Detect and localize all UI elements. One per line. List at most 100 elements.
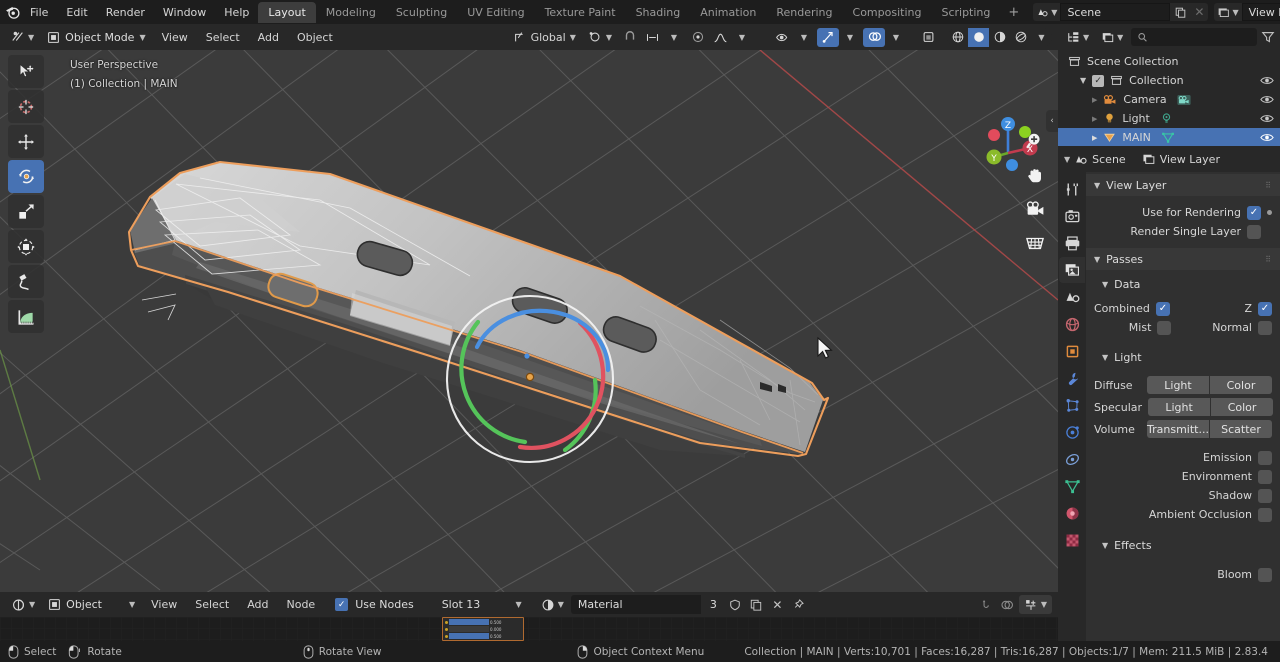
volume-scatter-button[interactable]: Scatter <box>1210 420 1272 438</box>
workspace-tab-layout[interactable]: Layout <box>258 1 316 23</box>
workspace-tab-compositing[interactable]: Compositing <box>843 2 932 23</box>
animate-property-dot[interactable] <box>1267 210 1272 215</box>
expand-triangle-icon[interactable]: ▶ <box>1092 115 1097 123</box>
collapse-triangle-icon[interactable]: ▼ <box>1094 255 1100 264</box>
workspace-tab-shading[interactable]: Shading <box>626 2 691 23</box>
workspace-tab-texture-paint[interactable]: Texture Paint <box>535 2 626 23</box>
new-scene-button[interactable] <box>1170 3 1191 21</box>
blender-logo-icon[interactable] <box>4 2 21 22</box>
particles-tab[interactable] <box>1059 392 1085 418</box>
object-tab[interactable] <box>1059 338 1085 364</box>
shader-type-dropdown[interactable]: Object ▼ <box>42 595 142 614</box>
collapse-triangle-icon[interactable]: ▼ <box>1102 353 1108 362</box>
outliner-row-scene-collection[interactable]: Scene Collection <box>1058 52 1280 71</box>
zoom-icon[interactable] <box>1022 128 1048 154</box>
constraints-tab[interactable] <box>1059 446 1085 472</box>
outliner-editor-type-icon[interactable]: ▼ <box>1063 27 1094 47</box>
falloff-curve-icon[interactable] <box>709 28 731 47</box>
visibility-eye-icon[interactable] <box>1260 113 1274 124</box>
transform-tool-button[interactable] <box>8 230 44 263</box>
shading-material-icon[interactable] <box>989 28 1010 47</box>
shading-solid-icon[interactable] <box>968 27 989 47</box>
shading-wireframe-icon[interactable] <box>947 28 968 47</box>
physics-tab[interactable] <box>1059 419 1085 445</box>
diffuse-light-button[interactable]: Light <box>1147 376 1209 394</box>
combined-pass-checkbox[interactable]: ✓ <box>1155 301 1170 316</box>
shadow-checkbox[interactable] <box>1258 488 1272 503</box>
pin-icon[interactable] <box>788 595 808 614</box>
visibility-eye-icon[interactable] <box>1260 94 1274 105</box>
show-gizmo-icon[interactable] <box>817 27 839 47</box>
material-users-count[interactable]: 3 <box>702 595 724 614</box>
menu-help[interactable]: Help <box>215 3 258 22</box>
pivot-point-dropdown[interactable]: ▼ <box>582 27 617 47</box>
add-workspace-button[interactable]: + <box>1000 2 1027 23</box>
scale-tool-button[interactable] <box>8 195 44 228</box>
render-tab[interactable] <box>1059 203 1085 229</box>
workspace-tab-rendering[interactable]: Rendering <box>766 2 842 23</box>
go-to-parent-node-button[interactable] <box>976 595 996 614</box>
transform-orientation-dropdown[interactable]: Global ▼ <box>507 27 581 47</box>
scene-name-field[interactable]: Scene <box>1060 3 1171 21</box>
collapse-triangle-icon[interactable]: ▼ <box>1094 181 1100 190</box>
outliner-row-camera[interactable]: ▶ Camera <box>1058 90 1280 109</box>
output-tab[interactable] <box>1059 230 1085 256</box>
material-tab[interactable] <box>1059 500 1085 526</box>
menu-window[interactable]: Window <box>154 3 215 22</box>
outliner-display-mode-icon[interactable]: ▼ <box>1097 27 1128 47</box>
show-overlays-icon[interactable] <box>863 27 885 47</box>
outliner-row-collection[interactable]: ▼ ✓ Collection <box>1058 71 1280 90</box>
tool-tab[interactable] <box>1059 176 1085 202</box>
outliner-row-main[interactable]: ▶ MAIN <box>1058 128 1280 147</box>
z-pass-checkbox[interactable]: ✓ <box>1258 301 1272 316</box>
visibility-caret[interactable]: ▼ <box>793 28 815 47</box>
use-for-rendering-checkbox[interactable]: ✓ <box>1247 205 1261 220</box>
bloom-checkbox[interactable] <box>1258 567 1272 582</box>
passes-panel-header[interactable]: ▼ Passes ⠿ <box>1086 248 1280 270</box>
object-visibility-icon[interactable] <box>771 28 793 47</box>
ambient-occlusion-checkbox[interactable] <box>1258 507 1272 522</box>
diffuse-color-button[interactable]: Color <box>1210 376 1272 394</box>
scene-tab[interactable] <box>1059 284 1085 310</box>
mist-pass-checkbox[interactable] <box>1157 320 1172 335</box>
shading-rendered-icon[interactable] <box>1010 28 1031 47</box>
viewport-menu-add[interactable]: Add <box>250 31 287 44</box>
world-tab[interactable] <box>1059 311 1085 337</box>
effects-subpanel-header[interactable]: ▼ Effects <box>1086 534 1280 556</box>
fake-user-shield-icon[interactable] <box>725 595 745 614</box>
menu-file[interactable]: File <box>21 3 57 22</box>
scene-icon[interactable]: ▼ <box>1033 3 1061 21</box>
breadcrumb-scene[interactable]: Scene <box>1074 153 1126 166</box>
environment-checkbox[interactable] <box>1258 469 1272 484</box>
xray-toggle-icon[interactable] <box>917 27 939 47</box>
snap-magnet-icon[interactable] <box>619 28 641 47</box>
workspace-tab-scripting[interactable]: Scripting <box>931 2 1000 23</box>
emission-checkbox[interactable] <box>1258 450 1272 465</box>
visibility-eye-icon[interactable] <box>1260 132 1274 143</box>
viewport-menu-view[interactable]: View <box>154 31 196 44</box>
data-tab[interactable] <box>1059 473 1085 499</box>
outliner-filter-icon[interactable] <box>1261 30 1275 44</box>
outliner-search-input[interactable] <box>1131 28 1257 46</box>
node-snap-icon[interactable]: ▼ <box>1018 595 1052 614</box>
visibility-eye-icon[interactable] <box>1260 75 1274 86</box>
shader-node-canvas[interactable]: 0.500 0.000 0.500 <box>0 617 1058 641</box>
menu-render[interactable]: Render <box>97 3 154 22</box>
collection-checkbox[interactable]: ✓ <box>1092 74 1105 87</box>
workspace-tab-animation[interactable]: Animation <box>690 2 766 23</box>
node-menu-node[interactable]: Node <box>278 598 323 611</box>
expand-triangle-icon[interactable]: ▼ <box>1080 76 1086 85</box>
workspace-tab-modeling[interactable]: Modeling <box>316 2 386 23</box>
properties-editor-type-icon[interactable]: ▼ <box>1064 155 1070 164</box>
node-slider-specular-tint[interactable] <box>449 626 489 632</box>
breadcrumb-view-layer[interactable]: View Layer <box>1142 153 1220 166</box>
light-subpanel-header[interactable]: ▼ Light <box>1086 346 1280 368</box>
falloff-dropdown-caret[interactable]: ▼ <box>731 28 753 47</box>
shader-editor-type-icon[interactable]: ▼ <box>6 595 41 614</box>
render-single-layer-checkbox[interactable] <box>1247 224 1261 239</box>
node-menu-view[interactable]: View <box>143 598 185 611</box>
expand-triangle-icon[interactable]: ▶ <box>1092 134 1097 142</box>
ortho-persp-icon[interactable] <box>1022 230 1048 256</box>
volume-transmittance-button[interactable]: Transmitt... <box>1147 420 1209 438</box>
snap-dropdown-caret[interactable]: ▼ <box>663 28 685 47</box>
